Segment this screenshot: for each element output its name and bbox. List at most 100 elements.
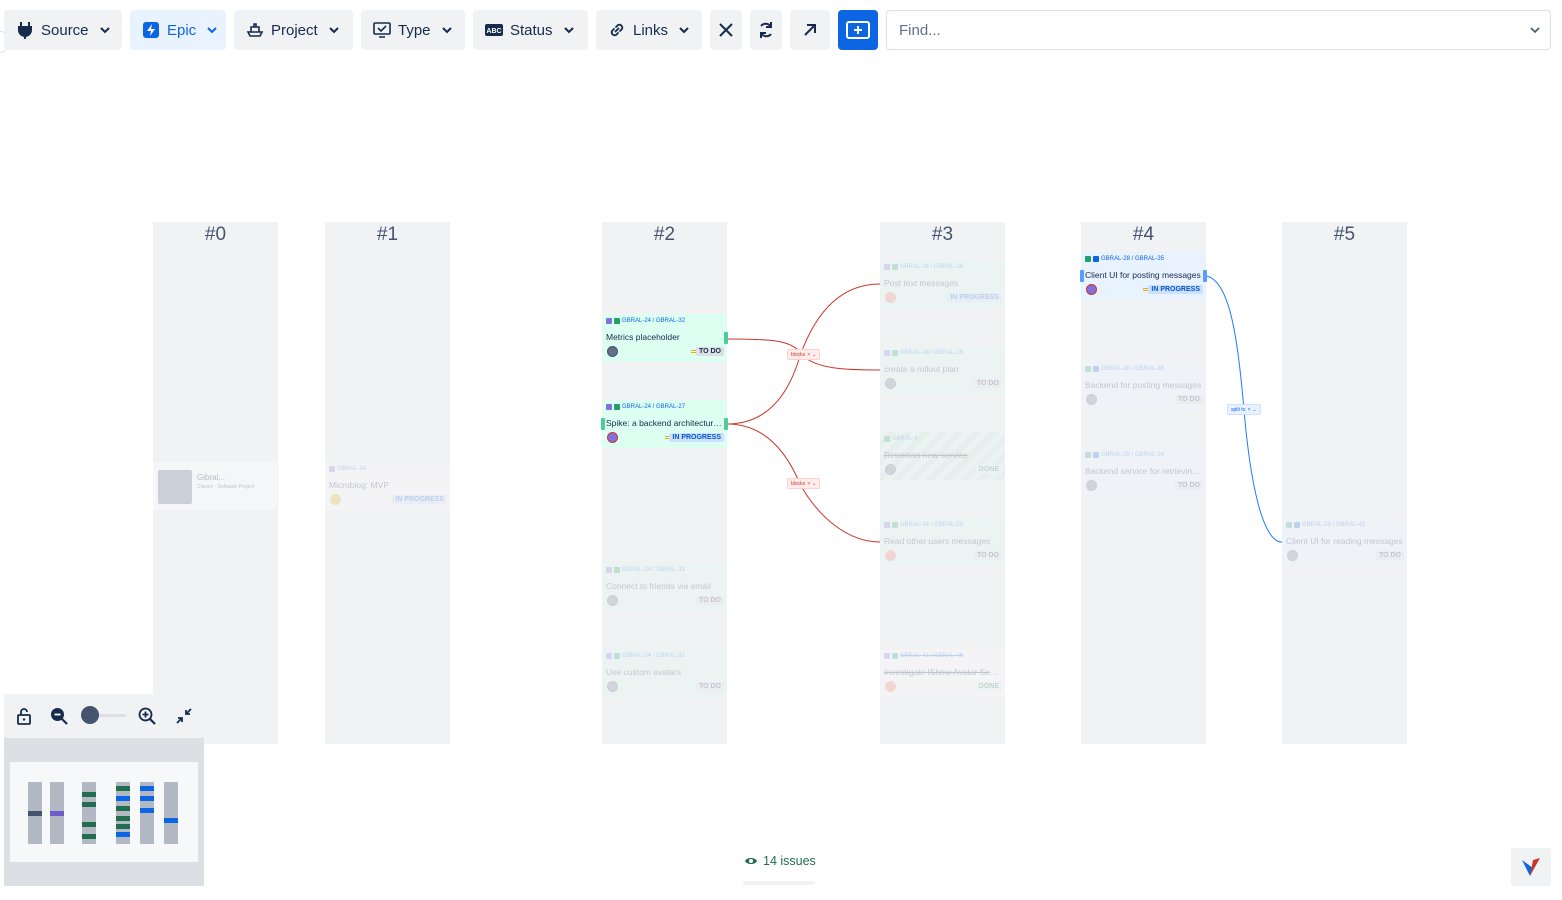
- open-external-button[interactable]: [790, 10, 830, 50]
- status-filter-button[interactable]: ABC Status: [473, 10, 588, 50]
- add-to-view-button[interactable]: [838, 10, 878, 50]
- find-input[interactable]: [897, 20, 1530, 40]
- close-icon[interactable]: ×: [807, 481, 810, 487]
- arrow-up-right-icon: [804, 24, 816, 36]
- minimap-column: [50, 782, 64, 844]
- issue-card[interactable]: GBRAL-24 / GBRAL-32 Metrics placeholder …: [602, 314, 728, 362]
- issue-card[interactable]: GBRAL-24 / GBRAL-33 Connect to friends v…: [602, 563, 727, 611]
- chevron-down-icon: [99, 27, 110, 34]
- find-field[interactable]: [886, 10, 1551, 50]
- column-title: #3: [931, 224, 954, 245]
- status-badge: IN PROGRESS: [669, 433, 724, 442]
- link-label-text: split to: [1231, 406, 1246, 413]
- avatar: [885, 378, 896, 389]
- issue-card[interactable]: GBRAL-24 / GBRAL-27 Spike: a backend arc…: [601, 400, 728, 448]
- minimap[interactable]: [10, 762, 198, 862]
- type-filter-button[interactable]: Type: [361, 10, 465, 50]
- issue-keys: GBRAL-28 / GBRAL-36: [1085, 366, 1164, 372]
- minimap-card: [116, 796, 130, 801]
- column-5: #5: [1282, 222, 1407, 744]
- avatar: [1086, 394, 1097, 405]
- eye-icon: [745, 858, 757, 864]
- link-handle[interactable]: [601, 418, 605, 430]
- issue-card[interactable]: GBRAL-24 / GBRAL-16 create a rollout pla…: [880, 346, 1005, 394]
- issue-keys: GBRAL-24 / GBRAL-32: [606, 318, 685, 324]
- zoom-panel: [4, 694, 204, 886]
- minimap-card: [116, 832, 130, 837]
- chevron-down-icon: [563, 27, 574, 34]
- chevron-down-icon[interactable]: [1530, 25, 1540, 35]
- issue-card[interactable]: GBRAL-28 / GBRAL-36 Backend for posting …: [1081, 362, 1206, 410]
- fit-view-button[interactable]: [173, 705, 195, 727]
- project-filter-label: Project: [271, 21, 318, 39]
- epic-card[interactable]: Gibral... Classic · Software Project: [153, 462, 277, 510]
- issue-card[interactable]: GBRAL-4 Retention new service DONE: [880, 432, 1005, 480]
- status-badge: TO DO: [695, 596, 724, 605]
- refresh-button[interactable]: [750, 10, 782, 50]
- link-label-text: blocks: [791, 351, 806, 358]
- issue-title: Microblog: MVP: [329, 480, 389, 490]
- avatar: [607, 595, 618, 606]
- minimap-card: [116, 786, 130, 791]
- lock-button[interactable]: [13, 705, 35, 727]
- issue-keys: GBRAL-4: [884, 436, 918, 442]
- close-icon[interactable]: ×: [807, 352, 810, 358]
- epic-filter-button[interactable]: Epic: [130, 10, 226, 50]
- links-filter-button[interactable]: Links: [596, 10, 702, 50]
- link-label-text: blocks: [791, 480, 806, 487]
- link-label-blocks[interactable]: blocks × ⌄: [787, 478, 821, 489]
- chevron-down-icon[interactable]: ⌄: [812, 481, 816, 487]
- status-badge: TO DO: [1174, 395, 1203, 404]
- issue-title: Read other users messages: [884, 536, 991, 546]
- issue-title: Connect to friends via email: [606, 581, 711, 591]
- issue-title: Post text messages: [884, 278, 959, 288]
- issue-count[interactable]: 14 issues: [744, 854, 816, 868]
- issue-keys: GBRAL-24: [329, 466, 366, 472]
- link-label-blocks[interactable]: blocks × ⌄: [787, 349, 821, 360]
- plug-icon: [18, 22, 32, 39]
- column-title: #1: [376, 224, 399, 245]
- chevron-down-icon[interactable]: ⌄: [812, 352, 816, 358]
- avatar: [1086, 480, 1097, 491]
- status-badge: TO DO: [695, 347, 724, 356]
- status-badge: TO DO: [1174, 481, 1203, 490]
- zoom-out-button[interactable]: [48, 705, 70, 727]
- zoom-slider-thumb[interactable]: [81, 706, 99, 724]
- link-handle[interactable]: [1203, 270, 1207, 282]
- link-label-split[interactable]: split to × ⌄: [1227, 404, 1261, 415]
- minimap-card: [82, 792, 96, 797]
- issue-count-label: 14 issues: [763, 854, 816, 868]
- clear-filters-button[interactable]: [710, 10, 742, 50]
- issue-card[interactable]: GBRAL-24 / GBRAL-31 Use custom avatars T…: [602, 649, 727, 697]
- issue-card[interactable]: GBRAL-28 / GBRAL-34 Backend service for …: [1081, 448, 1206, 496]
- collapse-arrows-icon: [176, 708, 192, 724]
- avatar: [607, 346, 618, 357]
- avatar: [885, 464, 896, 475]
- issue-keys: GBRAL-28 / GBRAL-34: [1085, 452, 1164, 458]
- link-handle[interactable]: [724, 332, 728, 344]
- close-icon[interactable]: ×: [1247, 407, 1250, 413]
- app-logo[interactable]: [1511, 848, 1551, 886]
- status-badge: DONE: [975, 682, 1002, 691]
- minimap-card: [140, 796, 154, 801]
- link-handle[interactable]: [724, 418, 728, 430]
- add-box-icon: [846, 21, 870, 39]
- issue-title: Investigate IShow Avatar Servi...: [884, 667, 1001, 677]
- project-filter-button[interactable]: Project: [234, 10, 353, 50]
- issue-keys: GBRAL-24 / GBRAL-31: [606, 653, 685, 659]
- issue-card[interactable]: GBRAL-28 / GBRAL-35 Client UI for postin…: [1080, 252, 1207, 300]
- zoom-in-button[interactable]: [136, 705, 158, 727]
- status-badge: TO DO: [973, 379, 1002, 388]
- close-icon: [719, 23, 733, 37]
- link-handle[interactable]: [1080, 270, 1084, 282]
- issue-card[interactable]: GBRAL-41 / GBRAL-46 Investigate IShow Av…: [880, 649, 1005, 697]
- issue-card[interactable]: GBRAL-24 / GBRAL-29 Read other users mes…: [880, 518, 1005, 566]
- source-filter-button[interactable]: Source: [4, 10, 122, 50]
- issue-card[interactable]: GBRAL-28 / GBRAL-43 Client UI for readin…: [1282, 518, 1407, 566]
- chevron-down-icon[interactable]: ⌄: [1252, 407, 1256, 413]
- zoom-controls: [4, 694, 204, 738]
- issue-keys: GBRAL-24 / GBRAL-33: [606, 567, 685, 573]
- issue-card[interactable]: GBRAL-24 Microblog: MVP IN PROGRESS: [325, 462, 450, 510]
- issue-card[interactable]: GBRAL-24 / GBRAL-38 Post text messages I…: [880, 260, 1005, 308]
- minimap-card: [140, 786, 154, 791]
